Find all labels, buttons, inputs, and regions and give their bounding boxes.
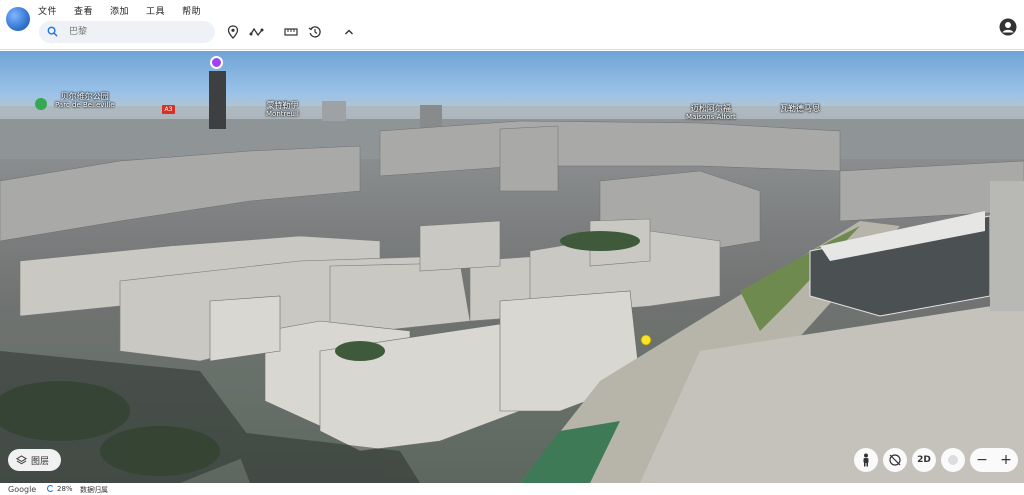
street-view-button[interactable] bbox=[854, 448, 878, 472]
menu-tools[interactable]: 工具 bbox=[146, 4, 165, 17]
history-icon[interactable] bbox=[308, 25, 322, 39]
google-earth-logo[interactable] bbox=[6, 7, 30, 31]
data-attribution-link[interactable]: 数据归属 bbox=[80, 485, 108, 495]
ruler-icon[interactable] bbox=[284, 25, 298, 39]
menu-bar: 文件 查看 添加 工具 帮助 bbox=[0, 0, 1024, 18]
layers-button[interactable]: 图层 bbox=[8, 449, 61, 471]
pegman-icon bbox=[863, 453, 869, 467]
menu-add[interactable]: 添加 bbox=[110, 4, 129, 17]
place-label-parc-belleville[interactable]: 贝尔维尔公园 Parc de Belleville bbox=[55, 92, 115, 110]
place-pin-icon[interactable] bbox=[226, 25, 240, 39]
loading-progress: 28% bbox=[57, 485, 73, 493]
zoom-in-button[interactable]: + bbox=[1000, 452, 1012, 468]
menu-view[interactable]: 查看 bbox=[74, 4, 93, 17]
search-input[interactable] bbox=[69, 24, 209, 40]
menu-file[interactable]: 文件 bbox=[38, 4, 57, 17]
google-brand: Google bbox=[8, 485, 37, 494]
zoom-controls: − + bbox=[970, 448, 1018, 472]
compass-off-icon bbox=[889, 454, 901, 466]
park-pin-icon[interactable] bbox=[35, 98, 47, 110]
search-icon bbox=[47, 26, 58, 37]
toolbar bbox=[0, 7, 1024, 50]
city-3d-scene bbox=[0, 71, 1024, 483]
zoom-out-button[interactable]: − bbox=[976, 452, 988, 468]
path-icon[interactable] bbox=[249, 25, 265, 39]
place-label-val-de-marne[interactable]: 瓦勒德马恩 bbox=[780, 104, 820, 113]
menu-help[interactable]: 帮助 bbox=[182, 4, 201, 17]
layers-label: 图层 bbox=[31, 456, 50, 467]
view-2d-button[interactable]: 2D bbox=[912, 448, 936, 472]
chevron-up-icon[interactable] bbox=[342, 25, 356, 39]
menu-items: 文件 查看 添加 工具 帮助 bbox=[38, 4, 218, 17]
status-bar: Google 28% 数据归属 bbox=[0, 483, 1024, 495]
compass-icon bbox=[948, 455, 958, 465]
landmark-pin-icon[interactable] bbox=[210, 56, 223, 69]
map-viewport[interactable]: 贝尔维尔公园 Parc de Belleville A3 蒙特勒伊 Montre… bbox=[0, 51, 1024, 483]
place-label-maisons-alfort[interactable]: 迈松阿尔福 Maisons-Alfort bbox=[686, 104, 736, 122]
compass-button[interactable] bbox=[941, 448, 965, 472]
account-icon[interactable] bbox=[999, 18, 1017, 36]
reset-tilt-button[interactable] bbox=[883, 448, 907, 472]
loading-spinner-icon bbox=[47, 485, 54, 492]
layers-icon bbox=[16, 454, 27, 464]
search-bar[interactable] bbox=[39, 21, 215, 43]
place-label-montreuil[interactable]: 蒙特勒伊 Montreuil bbox=[266, 101, 299, 119]
highway-sign-a3: A3 bbox=[162, 105, 175, 114]
